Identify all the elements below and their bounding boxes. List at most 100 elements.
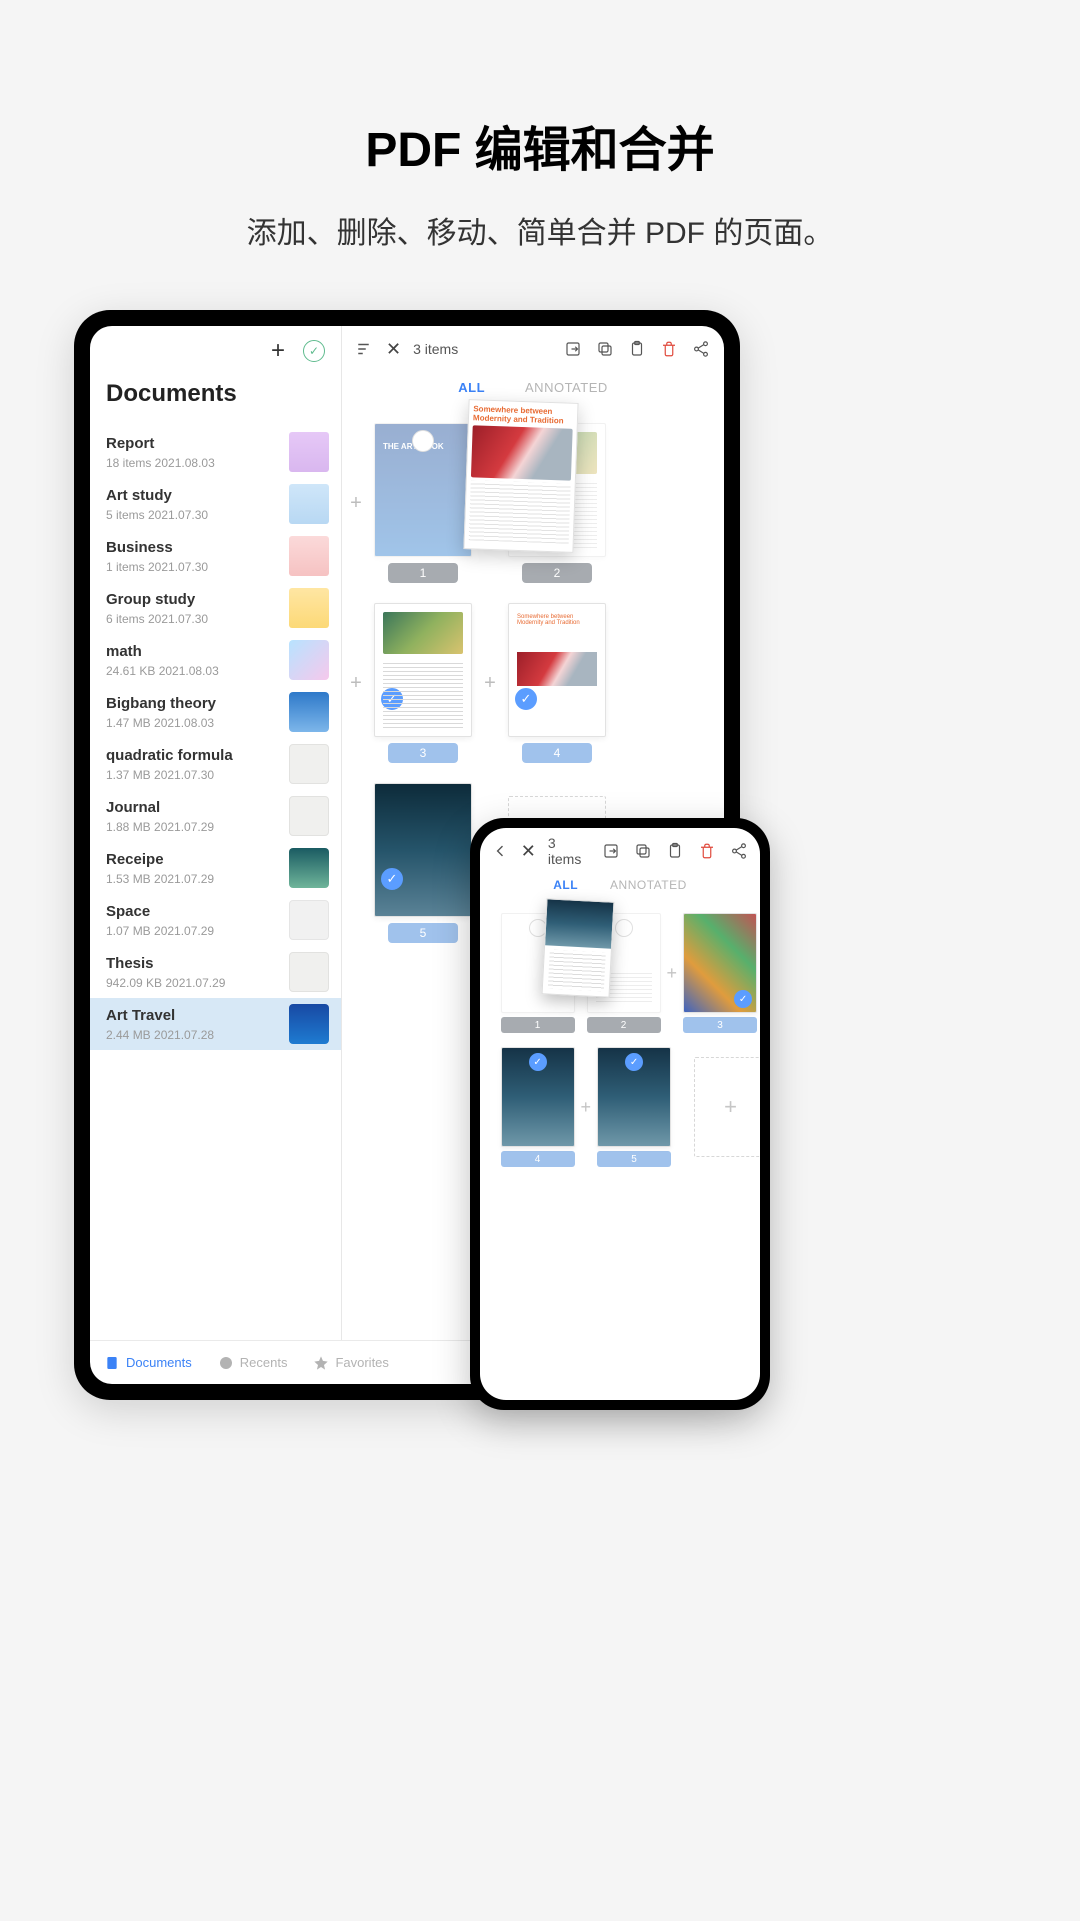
document-item[interactable]: Art Travel 2.44 MB 2021.07.28: [90, 998, 341, 1050]
document-thumb: [289, 484, 329, 524]
tab-all[interactable]: ALL: [458, 380, 485, 395]
page-card[interactable]: 1: [374, 423, 472, 583]
insert-slot[interactable]: +: [581, 1097, 592, 1118]
nav-favorites[interactable]: Favorites: [313, 1355, 388, 1371]
page-number: 2: [522, 563, 592, 583]
page-card[interactable]: 4: [508, 603, 606, 763]
copy-icon[interactable]: [596, 340, 614, 358]
page-thumb: [501, 1047, 575, 1147]
paste-icon[interactable]: [628, 340, 646, 358]
document-item[interactable]: quadratic formula1.37 MB 2021.07.30: [90, 738, 341, 790]
tab-all[interactable]: ALL: [553, 878, 578, 892]
select-mode-button[interactable]: [303, 340, 325, 362]
document-name: Group study: [106, 591, 289, 608]
page-card[interactable]: 4: [501, 1047, 575, 1167]
select-ring[interactable]: [412, 430, 434, 452]
phone-screen: ✕ 3 items ALL: [480, 828, 760, 1400]
select-ring-checked[interactable]: [515, 688, 537, 710]
document-item[interactable]: Thesis942.09 KB 2021.07.29: [90, 946, 341, 998]
trash-icon[interactable]: [698, 842, 716, 860]
dragging-page[interactable]: [542, 898, 615, 997]
document-thumb: [289, 952, 329, 992]
page-card[interactable]: 3: [683, 913, 757, 1033]
document-item[interactable]: math24.61 KB 2021.08.03: [90, 634, 341, 686]
nav-label: Favorites: [335, 1355, 388, 1370]
documents-icon: [104, 1355, 120, 1371]
star-icon: [313, 1355, 329, 1371]
page-thumb: [374, 783, 472, 917]
document-meta: 1.88 MB 2021.07.29: [106, 820, 289, 834]
page-thumb: [597, 1047, 671, 1147]
select-ring-checked[interactable]: [734, 990, 752, 1008]
dragging-page[interactable]: Somewhere between Modernity and Traditio…: [463, 399, 578, 553]
document-thumb: [289, 848, 329, 888]
page-number: 1: [501, 1017, 575, 1033]
document-thumb: [289, 692, 329, 732]
add-button[interactable]: +: [271, 337, 285, 365]
document-item[interactable]: Business1 items 2021.07.30: [90, 530, 341, 582]
copy-icon[interactable]: [634, 842, 652, 860]
select-ring[interactable]: [615, 919, 633, 937]
document-name: Report: [106, 435, 289, 452]
paste-icon[interactable]: [666, 842, 684, 860]
sidebar: + Documents Report18 items 2021.08.03Art…: [90, 326, 342, 1340]
document-thumb: [289, 744, 329, 784]
select-ring-checked[interactable]: [381, 868, 403, 890]
document-item[interactable]: Space1.07 MB 2021.07.29: [90, 894, 341, 946]
export-icon[interactable]: [602, 842, 620, 860]
tab-annotated[interactable]: ANNOTATED: [610, 878, 687, 892]
document-meta: 1.07 MB 2021.07.29: [106, 924, 289, 938]
document-item[interactable]: Group study6 items 2021.07.30: [90, 582, 341, 634]
insert-slot[interactable]: +: [346, 672, 366, 695]
page-number: 4: [522, 743, 592, 763]
page-number: 3: [388, 743, 458, 763]
tab-annotated[interactable]: ANNOTATED: [525, 380, 608, 395]
document-list: Report18 items 2021.08.03Art study5 item…: [90, 426, 341, 1340]
document-name: Receipe: [106, 851, 289, 868]
document-meta: 5 items 2021.07.30: [106, 508, 289, 522]
page-card[interactable]: 3: [374, 603, 472, 763]
page-card[interactable]: 5: [374, 783, 472, 943]
document-item[interactable]: Receipe1.53 MB 2021.07.29: [90, 842, 341, 894]
close-icon[interactable]: ✕: [386, 339, 401, 360]
nav-documents[interactable]: Documents: [104, 1355, 192, 1371]
page-grid: + 1 2 + 3: [480, 906, 760, 1400]
add-page-thumb: +: [694, 1057, 760, 1157]
page-thumb: [374, 423, 472, 557]
document-item[interactable]: Art study5 items 2021.07.30: [90, 478, 341, 530]
nav-label: Documents: [126, 1355, 192, 1370]
document-item[interactable]: Bigbang theory1.47 MB 2021.08.03: [90, 686, 341, 738]
insert-slot[interactable]: +: [667, 963, 678, 984]
back-icon[interactable]: [492, 842, 509, 860]
document-thumb: [289, 900, 329, 940]
document-name: Art Travel: [106, 1007, 289, 1024]
document-thumb: [289, 536, 329, 576]
insert-slot[interactable]: +: [480, 672, 500, 695]
dragging-page-image: [471, 425, 573, 480]
document-item[interactable]: Journal 1.88 MB 2021.07.29: [90, 790, 341, 842]
export-icon[interactable]: [564, 340, 582, 358]
share-icon[interactable]: [730, 842, 748, 860]
document-item[interactable]: Report18 items 2021.08.03: [90, 426, 341, 478]
document-name: Journal: [106, 799, 289, 816]
document-name: Bigbang theory: [106, 695, 289, 712]
add-page-slot[interactable]: +: [694, 1057, 760, 1157]
item-count: 3 items: [548, 835, 590, 867]
document-meta: 1.37 MB 2021.07.30: [106, 768, 289, 782]
nav-recents[interactable]: Recents: [218, 1355, 288, 1371]
page-number: 4: [501, 1151, 575, 1167]
item-count: 3 items: [413, 341, 458, 357]
grid-row: + 1 2 + 3: [480, 906, 760, 1040]
insert-slot[interactable]: +: [346, 492, 366, 515]
trash-icon[interactable]: [660, 340, 678, 358]
hero-title: PDF 编辑和合并: [0, 0, 1080, 180]
sort-icon[interactable]: [356, 340, 374, 358]
document-thumb: [289, 432, 329, 472]
document-meta: 2.44 MB 2021.07.28: [106, 1028, 289, 1042]
close-icon[interactable]: ✕: [521, 841, 536, 862]
select-ring-checked[interactable]: [529, 1053, 547, 1071]
select-ring-checked[interactable]: [381, 688, 403, 710]
select-ring-checked[interactable]: [625, 1053, 643, 1071]
page-card[interactable]: 5: [597, 1047, 671, 1167]
share-icon[interactable]: [692, 340, 710, 358]
